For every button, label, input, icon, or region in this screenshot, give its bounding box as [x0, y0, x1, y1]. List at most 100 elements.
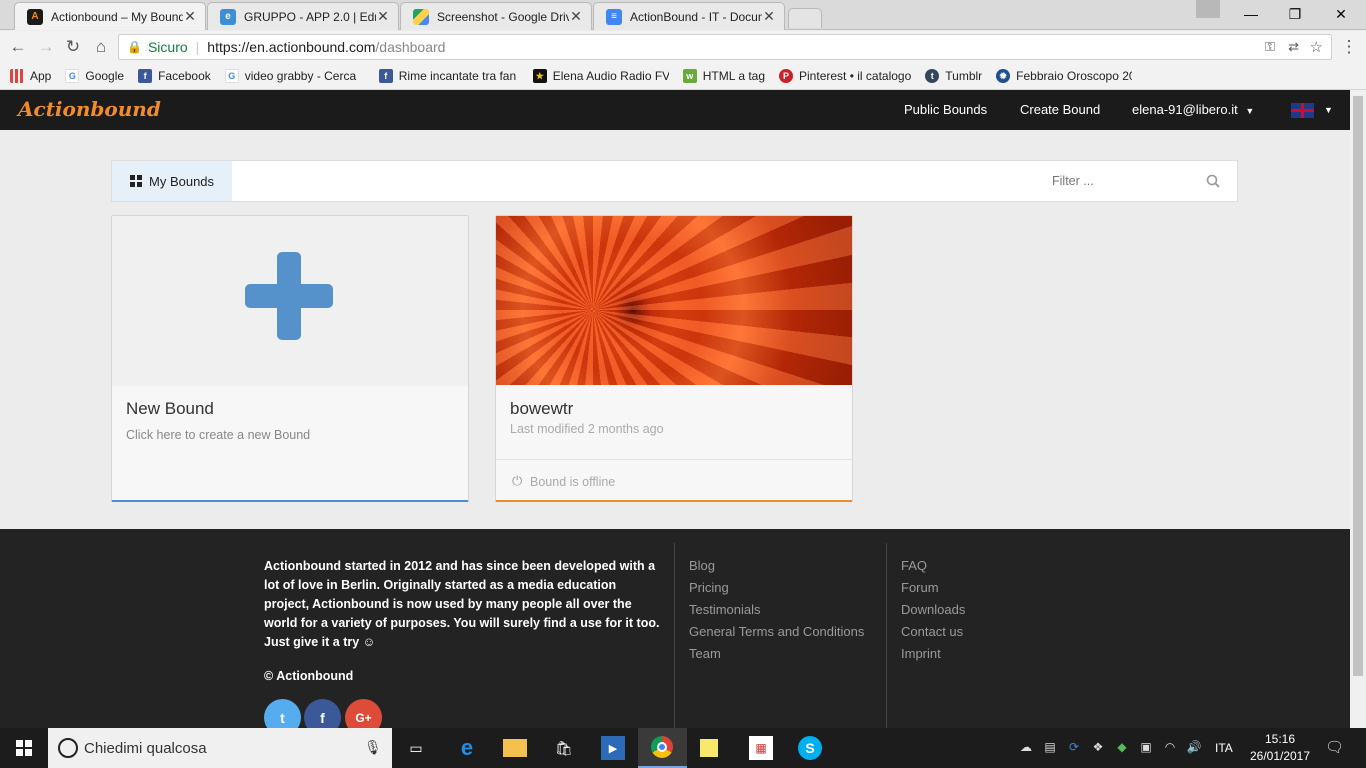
new-bound-card[interactable]: New Bound Click here to create a new Bou…	[111, 215, 469, 502]
search-icon[interactable]	[1206, 174, 1220, 188]
chrome-taskbar-item[interactable]	[638, 728, 687, 768]
bookmark-oroscopo[interactable]: ✹ Febbraio Oroscopo 20	[996, 69, 1132, 83]
bound-card[interactable]: bowewtr Last modified 2 months ago ⏻ Bou…	[495, 215, 853, 502]
user-menu[interactable]: elena-91@libero.it ▼	[1132, 102, 1254, 117]
translate-icon[interactable]: ⇄	[1288, 39, 1299, 55]
footer-link-terms[interactable]: General Terms and Conditions	[689, 624, 864, 639]
facebook-icon[interactable]: f	[304, 699, 341, 728]
tab-title: ActionBound - IT - Documenti	[630, 9, 762, 24]
bookmark-rime[interactable]: f Rime incantate tra fan	[378, 69, 519, 83]
file-explorer-icon[interactable]	[503, 739, 527, 757]
tab-edmodo[interactable]: e GRUPPO - APP 2.0 | Edmodo ✕	[207, 2, 399, 30]
minimize-icon[interactable]: —	[1228, 0, 1274, 28]
twitter-icon[interactable]: t	[264, 699, 301, 728]
store-icon[interactable]: 🛍	[552, 736, 576, 760]
bookmarks-bar: App G Google f Facebook Gvideo grabby - Ce…	[0, 63, 1366, 90]
tab-google-docs[interactable]: ≡ ActionBound - IT - Documenti ✕	[593, 2, 785, 30]
tab-google-drive[interactable]: Screenshot - Google Drive ✕	[400, 2, 592, 30]
bookmark-label: video grabby - Cerca	[244, 69, 357, 83]
google-plus-icon[interactable]: G+	[345, 699, 382, 728]
bookmark-facebook[interactable]: f Facebook	[138, 69, 211, 83]
volume-icon[interactable]: 🔊	[1186, 740, 1202, 756]
cortana-search[interactable]: Chiedimi qualcosa 🎙	[48, 728, 392, 768]
task-view-icon[interactable]: ▭	[404, 736, 428, 760]
facebook-icon: f	[138, 69, 153, 83]
wifi-icon[interactable]: ◠	[1162, 740, 1178, 756]
tab-title: GRUPPO - APP 2.0 | Edmodo	[244, 9, 376, 24]
power-icon: ⏻	[512, 473, 523, 488]
sticky-notes-icon[interactable]	[700, 739, 718, 757]
new-tab-button[interactable]	[788, 8, 822, 28]
grid-icon	[130, 175, 142, 187]
windows-start-icon[interactable]	[16, 740, 32, 756]
uk-flag-icon[interactable]	[1291, 103, 1314, 118]
close-window-icon[interactable]: ✕	[1318, 0, 1364, 28]
browser-toolbar: ← → ↻ ⌂ 🔒 Sicuro | https://en.actionboun…	[0, 31, 1366, 63]
security-icon[interactable]: ◆	[1114, 740, 1130, 756]
clock-date[interactable]: 26/01/2017	[1248, 749, 1312, 763]
bookmark-label: HTML a tag	[702, 69, 766, 83]
filter-input[interactable]	[1052, 169, 1192, 193]
apps-icon	[10, 69, 24, 83]
public-bounds-link[interactable]: Public Bounds	[904, 102, 987, 117]
star-icon[interactable]: ☆	[1310, 38, 1323, 56]
edge-icon[interactable]: e	[455, 735, 479, 760]
scrollbar-thumb[interactable]	[1353, 96, 1363, 676]
page-scrollbar[interactable]	[1350, 90, 1366, 728]
footer-link-team[interactable]: Team	[689, 646, 721, 661]
bookmark-elena-audio[interactable]: ★ Elena Audio Radio FV	[532, 69, 669, 83]
sync-icon[interactable]: ⟳	[1066, 740, 1082, 756]
tab-actionbound[interactable]: A Actionbound – My Bounds ✕	[14, 2, 206, 30]
actionbound-logo[interactable]: Actionbound	[18, 97, 161, 121]
close-tab-icon[interactable]: ✕	[376, 8, 390, 25]
bookmark-label: App	[30, 69, 52, 83]
restore-icon[interactable]: ❐	[1272, 0, 1318, 28]
bookmark-pinterest[interactable]: P Pinterest • il catalogo	[779, 69, 911, 83]
new-bound-title: New Bound	[126, 399, 214, 418]
bookmark-label: Rime incantate tra fan	[398, 69, 517, 83]
footer-link-blog[interactable]: Blog	[689, 558, 715, 573]
profile-icon[interactable]	[1196, 0, 1220, 18]
movies-icon[interactable]: ▶	[601, 736, 625, 760]
footer-divider	[886, 543, 887, 728]
bookmark-google[interactable]: G Google	[65, 69, 124, 83]
reload-icon[interactable]: ↻	[62, 37, 84, 57]
calendar-app-icon[interactable]: ▦	[749, 736, 773, 760]
my-bounds-tab[interactable]: My Bounds	[112, 161, 232, 201]
skype-icon[interactable]: S	[798, 736, 822, 760]
language-caret-icon[interactable]: ▼	[1324, 105, 1333, 115]
bookmark-html[interactable]: w HTML a tag	[682, 69, 766, 83]
footer-link-faq[interactable]: FAQ	[901, 558, 927, 573]
bound-status: Bound is offline	[530, 475, 616, 489]
language-indicator[interactable]: ITA	[1215, 741, 1233, 755]
close-tab-icon[interactable]: ✕	[762, 8, 776, 25]
onedrive-icon[interactable]: ☁	[1018, 740, 1034, 756]
tablet-icon[interactable]: ▤	[1042, 740, 1058, 756]
bookmark-tumblr[interactable]: t Tumblr	[925, 69, 982, 83]
menu-icon[interactable]: ⋮	[1338, 37, 1360, 57]
create-bound-link[interactable]: Create Bound	[1020, 102, 1100, 117]
footer-link-downloads[interactable]: Downloads	[901, 602, 965, 617]
address-bar[interactable]: 🔒 Sicuro | https://en.actionbound.com/da…	[118, 34, 1332, 60]
bookmark-label: Febbraio Oroscopo 20	[1016, 69, 1133, 83]
footer-link-testimonials[interactable]: Testimonials	[689, 602, 761, 617]
close-tab-icon[interactable]: ✕	[569, 8, 583, 25]
bookmark-app[interactable]: App	[10, 69, 51, 83]
notifications-icon[interactable]: 🗨	[1325, 738, 1344, 756]
forward-icon[interactable]: →	[35, 37, 57, 57]
back-icon[interactable]: ←	[7, 37, 29, 57]
bookmark-video-grabby[interactable]: Gvideo grabby - Cerca	[224, 69, 365, 83]
footer-link-pricing[interactable]: Pricing	[689, 580, 729, 595]
key-icon[interactable]: ⚿	[1265, 39, 1275, 55]
tumblr-icon: t	[925, 69, 940, 83]
separator: |	[195, 39, 200, 55]
home-icon[interactable]: ⌂	[90, 37, 112, 57]
dropbox-icon[interactable]: ❖	[1090, 740, 1106, 756]
network-monitor-icon[interactable]: ▣	[1138, 740, 1154, 756]
footer-link-contact[interactable]: Contact us	[901, 624, 963, 639]
footer-link-imprint[interactable]: Imprint	[901, 646, 941, 661]
clock-time[interactable]: 15:16	[1262, 732, 1298, 746]
footer-link-forum[interactable]: Forum	[901, 580, 939, 595]
microphone-icon[interactable]: 🎙	[364, 739, 382, 756]
close-tab-icon[interactable]: ✕	[183, 8, 197, 25]
